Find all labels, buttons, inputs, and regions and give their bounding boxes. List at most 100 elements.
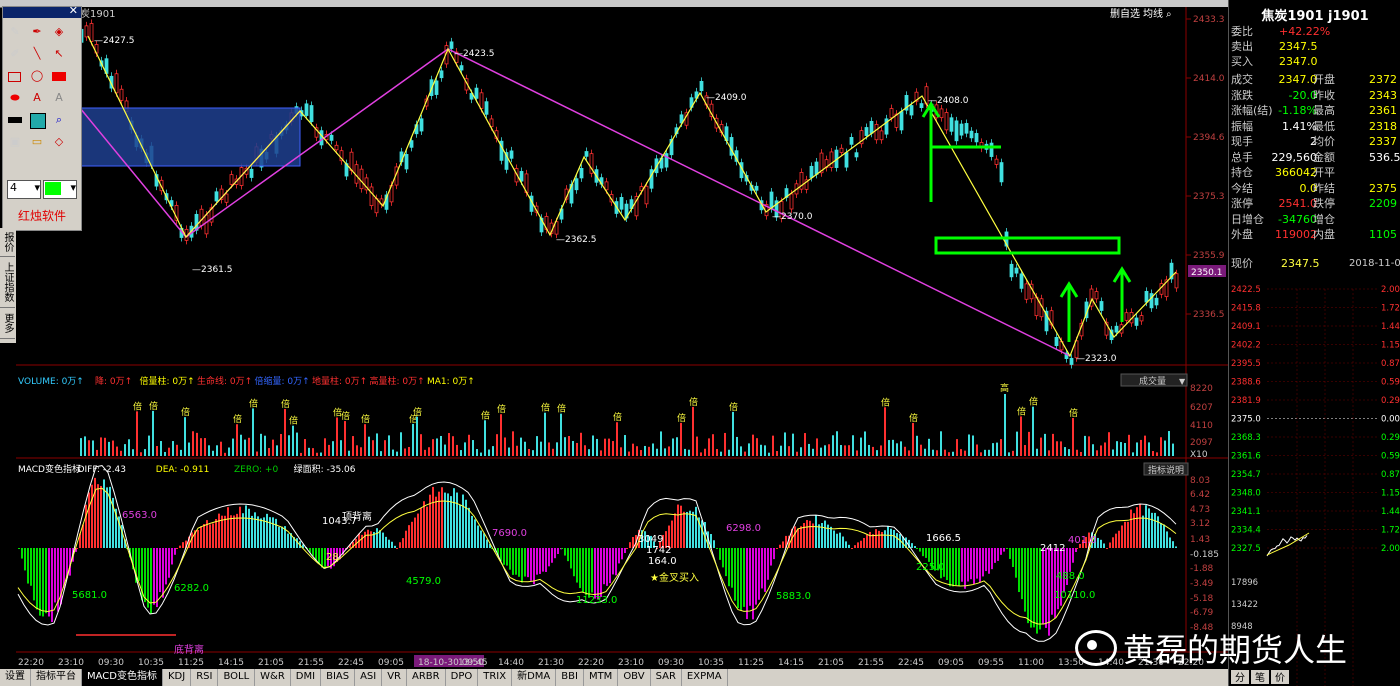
macd-bar [1124,521,1126,548]
indicator-tab[interactable]: TRIX [478,669,513,686]
zoom-tool-icon[interactable]: ⌕ [52,113,66,127]
macd-bar [506,548,508,566]
volume-bar [1156,452,1158,456]
indicator-tab[interactable]: ASI [355,669,383,686]
volume-bar [352,436,354,456]
macd-bar [287,533,289,548]
volume-bar [848,445,850,456]
quote-value: 2347.0 [1279,55,1318,68]
left-tab-sh-index[interactable]: 上证指数 [0,257,15,308]
ellipse-tool-icon[interactable]: ◯ [30,69,44,83]
indicator-tab[interactable]: KDJ [163,669,192,686]
volume-bar [292,425,294,456]
volume-bar [136,411,138,456]
candle-body [249,168,254,178]
indicator-tab[interactable]: RSI [191,669,219,686]
drawing-toolbox[interactable]: ✕ ✎ ✒ ◈ ✐ ╲ ↖ ◯ ⬬ A A ⌕ ▣ ▭ ◇ 4 ▾ ▾ 红烛软件 [2,5,82,231]
color-picker[interactable]: ▾ [43,180,77,199]
font-tool-icon[interactable]: A [52,91,66,105]
rectangle-tool-icon[interactable] [8,72,21,82]
quote-tab-label[interactable]: 分 [1235,672,1245,684]
pencil-icon[interactable]: ✎ [8,25,22,39]
macd-bar [281,526,283,548]
diamond-icon[interactable]: ◇ [52,135,66,149]
indicator-tab[interactable]: ARBR [407,669,446,686]
open-folder-icon[interactable]: ▭ [30,135,44,149]
indicator-tab[interactable]: W&R [255,669,291,686]
indicator-tab[interactable]: OBV [618,669,651,686]
macd-bar [215,519,217,548]
candle-body [479,92,484,109]
indicator-tab[interactable]: 设置 [0,669,31,686]
volume-bar [624,435,626,456]
macd-bar [1069,548,1071,572]
eraser-icon[interactable]: ✐ [8,47,22,61]
volume-bar [544,412,546,456]
left-tab-quote[interactable]: 报价 [0,228,15,257]
volume-bar [252,408,254,456]
brush-icon[interactable]: ✒ [30,25,44,39]
magnifier-icon[interactable]: ⌕ [1166,9,1172,20]
macd-bar [18,548,20,549]
line-style-icon[interactable] [8,117,22,123]
indicator-tab[interactable]: 新DMA [512,669,557,686]
volume-bar [1088,436,1090,456]
arrow-tool-icon[interactable]: ↖ [52,47,66,61]
filled-ellipse-icon[interactable]: ⬬ [8,91,22,105]
indicator-tab[interactable]: BBI [556,669,584,686]
self-select-button[interactable]: 删自选 [1110,7,1140,20]
macd-annotation: 2412 [1040,543,1065,554]
macd-bar [872,534,874,548]
volume-bar [600,450,602,456]
volume-indicator-dropdown[interactable]: 成交量 [1139,375,1166,387]
peak-label: —2370.0 [772,212,813,222]
volume-marker: 倍 [281,398,290,410]
volume-bar [944,449,946,456]
chevron-down-icon[interactable]: ▾ [70,181,76,194]
volume-bar [824,445,826,456]
macd-bar [677,504,679,548]
toolbox-titlebar[interactable]: ✕ [3,5,81,18]
indicator-tab[interactable]: DPO [446,669,479,686]
picture-icon[interactable] [30,113,46,129]
indicator-help-button[interactable]: 指标说明 [1148,464,1184,476]
avg-line-toggle[interactable]: 均线 [1143,7,1163,20]
text-tool-icon[interactable]: A [30,91,44,105]
indicator-tab[interactable]: SAR [651,669,682,686]
quote-tab-label[interactable]: 价 [1275,672,1285,684]
chevron-down-icon[interactable]: ▼ [1179,377,1186,386]
main-chart[interactable]: 2433.3 2414.0 2394.6 2375.3 2355.9 2336.5 —24… [16,7,1228,669]
quote-label: 总手 [1231,150,1253,164]
macd-bar [251,515,253,548]
macd-bar [854,545,856,548]
indicator-tab[interactable]: 指标平台 [31,669,82,686]
quote-row: 今结 0.0 昨结 2375 [1231,181,1399,196]
line-tool-icon[interactable]: ╲ [30,47,44,61]
indicator-tab[interactable]: DMI [291,669,322,686]
mini-pct-label: 1.44% [1381,507,1400,517]
indicator-tab[interactable]: BIAS [321,669,356,686]
volume-bar [632,443,634,456]
save-icon[interactable]: ▣ [8,135,22,149]
close-icon[interactable]: ✕ [69,5,78,17]
chevron-down-icon[interactable]: ▾ [34,181,40,194]
macd-bar [260,518,262,548]
volume-bar [1012,450,1014,456]
macd-bar [955,548,957,586]
macd-bar [376,528,378,548]
quote-tab-label[interactable]: 笔 [1255,671,1265,684]
indicator-tab[interactable]: VR [382,669,408,686]
volume-bar [788,446,790,456]
macd-bar [609,548,611,584]
indicator-tab[interactable]: EXPMA [682,669,728,686]
indicator-tab[interactable]: MACD变色指标 [82,669,163,686]
mini-price-label: 2341.1 [1231,507,1261,517]
left-tab-more[interactable]: 更多 [0,308,15,339]
fill-icon[interactable]: ◈ [52,25,66,39]
indicator-tab[interactable]: BOLL [218,669,256,686]
filled-rect-icon[interactable] [52,72,66,81]
line-width-select[interactable]: 4 ▾ [7,180,41,199]
indicator-tab[interactable]: MTM [584,669,619,686]
volume-bar [324,438,326,456]
candle-body [839,147,844,153]
